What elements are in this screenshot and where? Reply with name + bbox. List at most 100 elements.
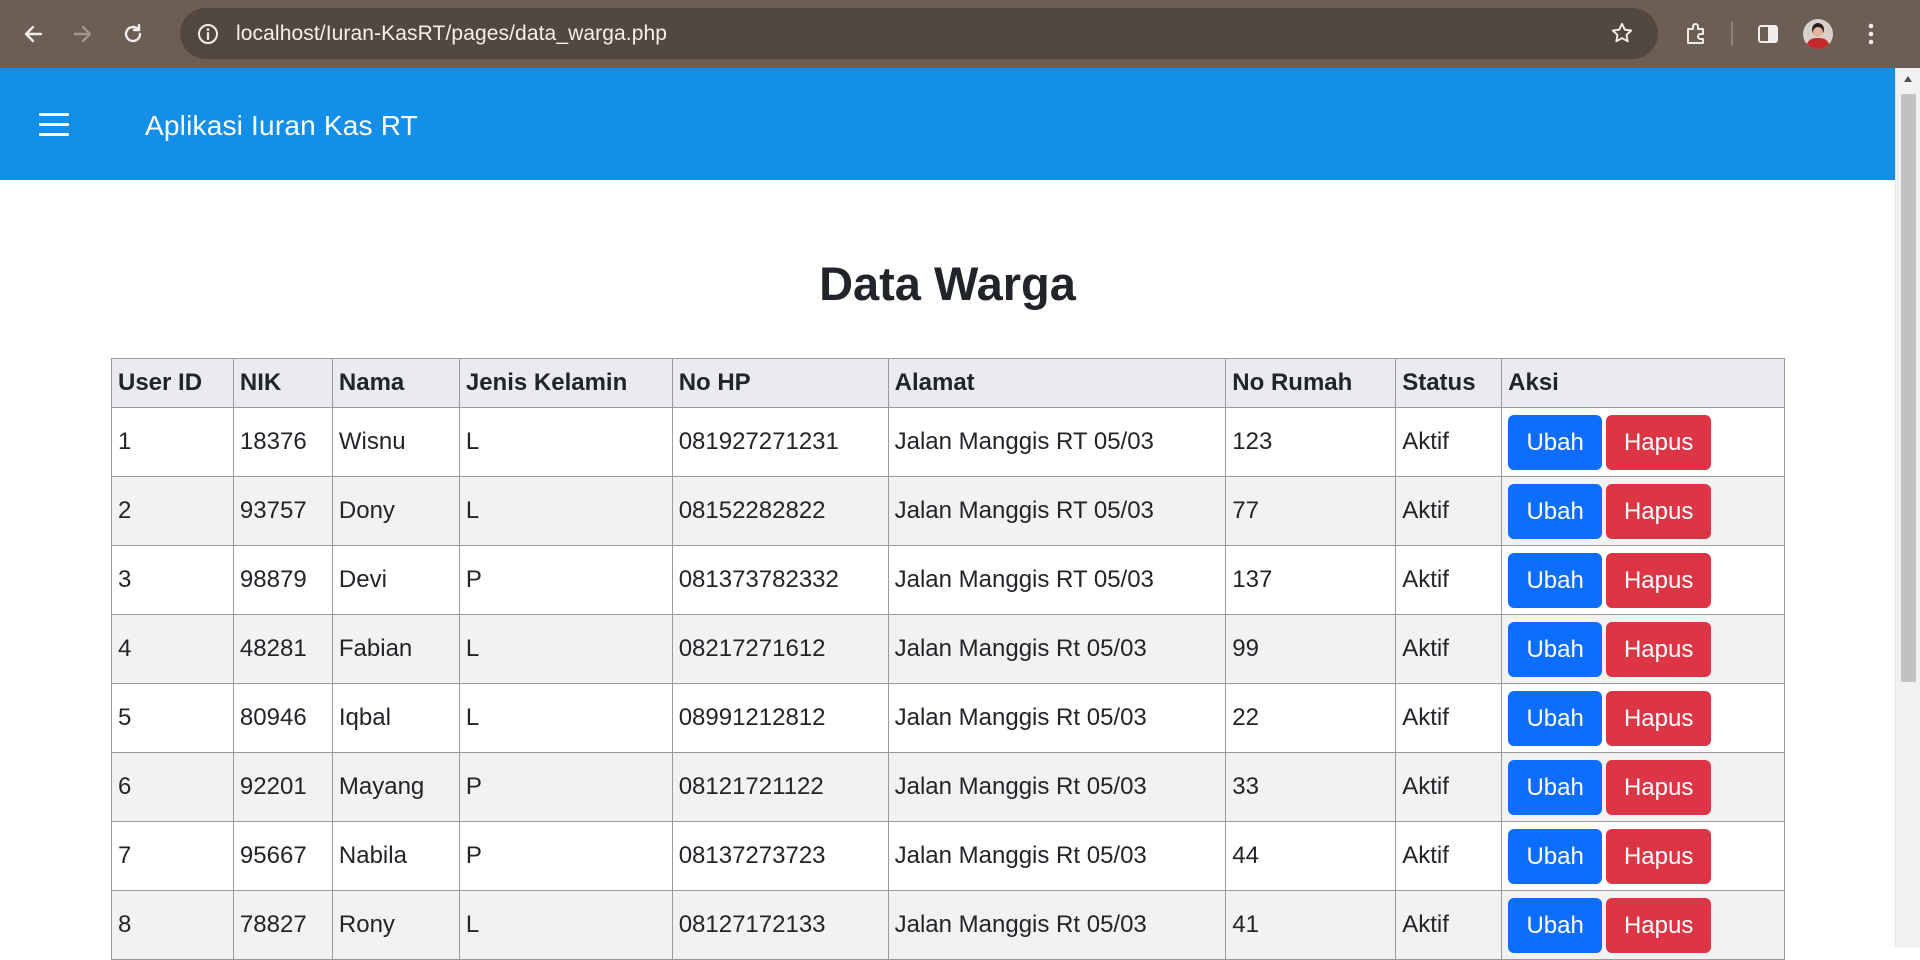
ubah-button[interactable]: Ubah [1508, 759, 1603, 815]
cell-nik: 93757 [232, 476, 333, 546]
cell-jenis-kelamin: L [458, 890, 673, 960]
cell-nama: Fabian [331, 614, 460, 684]
cell-alamat: Jalan Manggis Rt 05/03 [887, 821, 1227, 891]
table-row: 7 95667 Nabila P 08137273723 Jalan Manggis Rt… [111, 821, 1785, 891]
cell-no-rumah: 137 [1225, 545, 1397, 615]
cell-nik: 48281 [232, 614, 333, 684]
column-header-alamat: Alamat [887, 358, 1227, 408]
column-header-status: Status [1395, 358, 1503, 408]
column-header-no-hp: No HP [671, 358, 889, 408]
column-header-nik: NIK [232, 358, 333, 408]
cell-no-rumah: 41 [1225, 890, 1397, 960]
hapus-button[interactable]: Hapus [1606, 414, 1712, 470]
side-panel-icon[interactable] [1748, 14, 1788, 54]
cell-user-id: 2 [111, 476, 234, 546]
url-text[interactable]: localhost/Iuran-KasRT/pages/data_warga.p… [236, 22, 667, 46]
page-title: Data Warga [819, 257, 1076, 310]
ubah-button[interactable]: Ubah [1508, 828, 1603, 884]
forward-arrow-icon[interactable] [65, 16, 101, 52]
hapus-button[interactable]: Hapus [1606, 759, 1712, 815]
cell-no-rumah: 22 [1225, 683, 1397, 753]
cell-status: Aktif [1395, 821, 1503, 891]
cell-no-hp: 08991212812 [671, 683, 889, 753]
app-brand[interactable]: Aplikasi Iuran Kas RT [145, 110, 418, 142]
table-row: 3 98879 Devi P 081373782332 Jalan Manggis RT … [111, 545, 1785, 615]
cell-alamat: Jalan Manggis Rt 05/03 [887, 890, 1227, 960]
table-row: 8 78827 Rony L 08127172133 Jalan Manggis Rt 0… [111, 890, 1785, 960]
hapus-button[interactable]: Hapus [1606, 828, 1712, 884]
hapus-button[interactable]: Hapus [1606, 690, 1712, 746]
cell-no-rumah: 123 [1225, 407, 1397, 477]
cell-alamat: Jalan Manggis RT 05/03 [887, 407, 1227, 477]
cell-user-id: 5 [111, 683, 234, 753]
column-header-nama: Nama [331, 358, 460, 408]
cell-no-rumah: 99 [1225, 614, 1397, 684]
cell-aksi: Ubah Hapus [1501, 890, 1785, 960]
ubah-button[interactable]: Ubah [1508, 897, 1603, 953]
ubah-button[interactable]: Ubah [1508, 414, 1603, 470]
hapus-button[interactable]: Hapus [1606, 897, 1712, 953]
toolbar-divider [1731, 22, 1733, 46]
cell-nik: 95667 [232, 821, 333, 891]
cell-user-id: 8 [111, 890, 234, 960]
cell-alamat: Jalan Manggis Rt 05/03 [887, 683, 1227, 753]
scrollbar-thumb[interactable] [1901, 94, 1916, 682]
cell-alamat: Jalan Manggis RT 05/03 [887, 545, 1227, 615]
site-info-icon[interactable] [194, 20, 222, 48]
cell-aksi: Ubah Hapus [1501, 407, 1785, 477]
extensions-icon[interactable] [1676, 14, 1716, 54]
table-header-row: User ID NIK Nama Jenis Kelamin No HP Ala… [111, 358, 1785, 408]
page-scrollbar[interactable] [1895, 68, 1920, 948]
cell-status: Aktif [1395, 752, 1503, 822]
cell-aksi: Ubah Hapus [1501, 752, 1785, 822]
cell-nik: 18376 [232, 407, 333, 477]
warga-table: User ID NIK Nama Jenis Kelamin No HP Ala… [111, 358, 1785, 960]
back-arrow-icon[interactable] [15, 16, 51, 52]
column-header-aksi: Aksi [1501, 358, 1785, 408]
cell-nama: Dony [331, 476, 460, 546]
address-bar[interactable]: localhost/Iuran-KasRT/pages/data_warga.p… [180, 8, 1658, 59]
ubah-button[interactable]: Ubah [1508, 621, 1603, 677]
column-header-no-rumah: No Rumah [1225, 358, 1397, 408]
bookmark-star-icon[interactable] [1608, 19, 1636, 47]
cell-jenis-kelamin: L [458, 476, 673, 546]
cell-status: Aktif [1395, 890, 1503, 960]
cell-user-id: 3 [111, 545, 234, 615]
hapus-button[interactable]: Hapus [1606, 483, 1712, 539]
cell-jenis-kelamin: L [458, 407, 673, 477]
app-navbar: Aplikasi Iuran Kas RT [0, 68, 1895, 180]
cell-nik: 92201 [232, 752, 333, 822]
reload-icon[interactable] [115, 16, 151, 52]
cell-no-hp: 08127172133 [671, 890, 889, 960]
cell-nik: 78827 [232, 890, 333, 960]
cell-jenis-kelamin: P [458, 752, 673, 822]
cell-nik: 98879 [232, 545, 333, 615]
cell-aksi: Ubah Hapus [1501, 545, 1785, 615]
cell-no-rumah: 44 [1225, 821, 1397, 891]
cell-user-id: 6 [111, 752, 234, 822]
cell-user-id: 1 [111, 407, 234, 477]
hamburger-menu-icon[interactable] [39, 113, 69, 137]
cell-status: Aktif [1395, 683, 1503, 753]
table-row: 5 80946 Iqbal L 08991212812 Jalan Manggis Rt … [111, 683, 1785, 753]
cell-nama: Wisnu [331, 407, 460, 477]
cell-no-hp: 08137273723 [671, 821, 889, 891]
table-row: 4 48281 Fabian L 08217271612 Jalan Manggis Rt… [111, 614, 1785, 684]
cell-jenis-kelamin: L [458, 614, 673, 684]
browser-toolbar: localhost/Iuran-KasRT/pages/data_warga.p… [0, 0, 1920, 68]
more-menu-icon[interactable] [1851, 14, 1891, 54]
table-row: 1 18376 Wisnu L 081927271231 Jalan Manggis RT… [111, 407, 1785, 477]
ubah-button[interactable]: Ubah [1508, 690, 1603, 746]
column-header-user-id: User ID [111, 358, 234, 408]
scroll-up-arrow-icon[interactable] [1896, 68, 1920, 90]
cell-alamat: Jalan Manggis Rt 05/03 [887, 614, 1227, 684]
cell-no-hp: 08152282822 [671, 476, 889, 546]
hapus-button[interactable]: Hapus [1606, 552, 1712, 608]
profile-avatar-icon[interactable] [1803, 19, 1833, 49]
ubah-button[interactable]: Ubah [1508, 483, 1603, 539]
cell-status: Aktif [1395, 614, 1503, 684]
hapus-button[interactable]: Hapus [1606, 621, 1712, 677]
ubah-button[interactable]: Ubah [1508, 552, 1603, 608]
cell-alamat: Jalan Manggis Rt 05/03 [887, 752, 1227, 822]
cell-aksi: Ubah Hapus [1501, 476, 1785, 546]
